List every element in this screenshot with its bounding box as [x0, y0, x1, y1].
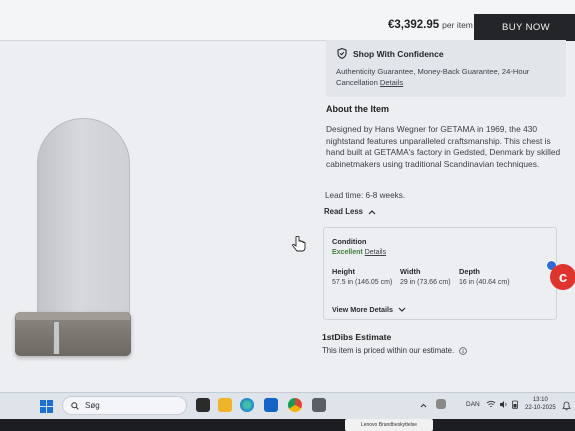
edge-browser-icon[interactable]: [240, 398, 254, 412]
height-value: 57.5 in (146.05 cm): [332, 279, 393, 286]
chat-letter: c: [558, 268, 568, 286]
lead-time: Lead time: 6-8 weeks.: [325, 191, 406, 200]
info-icon[interactable]: [459, 346, 467, 355]
depth-label: Depth: [459, 267, 480, 276]
clock-time: 13:10: [532, 397, 548, 403]
confidence-text: Authenticity Guarantee, Money-Back Guara…: [336, 67, 530, 87]
read-less-label: Read Less: [324, 207, 364, 216]
clock-date: 22-10-2025: [525, 405, 556, 411]
windows-taskbar: Søg DAN 13:10 22-10-2025: [0, 392, 575, 419]
price-value: €3,392.95: [388, 19, 440, 31]
cabinet-top-edge: [16, 312, 130, 320]
estimate-row: This item is priced within our estimate.: [322, 346, 467, 355]
condition-details-link[interactable]: Details: [365, 249, 386, 256]
search-placeholder: Søg: [85, 401, 100, 410]
taskbar-search-box[interactable]: Søg: [62, 396, 187, 415]
sticky-purchase-bar: €3,392.95 per item BUY NOW: [0, 0, 575, 41]
height-label: Height: [332, 267, 355, 276]
cabinet-handle: [53, 322, 60, 354]
width-label: Width: [400, 267, 421, 276]
depth-value: 16 in (40.64 cm): [459, 279, 510, 286]
volume-icon[interactable]: [499, 400, 508, 409]
tray-app-icon[interactable]: [436, 399, 446, 409]
language-indicator[interactable]: DAN: [466, 401, 480, 408]
chevron-down-icon: [398, 307, 406, 312]
about-item-description: Designed by Hans Wegner for GETAMA in 19…: [326, 124, 561, 169]
estimate-text: This item is priced within our estimate.: [322, 346, 455, 355]
browser-screen: €3,392.95 per item BUY NOW Shop With Conf…: [0, 0, 575, 392]
notification-bell-icon[interactable]: [562, 401, 571, 411]
price-unit: per item: [442, 20, 473, 30]
confidence-details-link[interactable]: Details: [380, 78, 403, 87]
shield-check-icon: [337, 48, 347, 59]
file-explorer-icon[interactable]: [218, 398, 232, 412]
about-item-heading: About the Item: [326, 104, 389, 114]
condition-value: Excellent: [332, 249, 363, 256]
windows-start-icon[interactable]: [40, 400, 53, 413]
chevron-up-tray-icon[interactable]: [420, 403, 427, 408]
glass-dome-shape: [37, 118, 130, 320]
chat-button[interactable]: c: [550, 264, 575, 290]
read-less-toggle[interactable]: Read Less: [324, 207, 376, 216]
confidence-body: Authenticity Guarantee, Money-Back Guara…: [336, 67, 562, 88]
chevron-up-icon: [368, 209, 376, 214]
taskbar-clock[interactable]: 13:10 22-10-2025: [525, 396, 556, 412]
battery-icon[interactable]: [511, 400, 519, 409]
view-more-details-button[interactable]: View More Details: [332, 305, 406, 314]
price-display: €3,392.95 per item: [388, 19, 473, 31]
outlook-icon[interactable]: [264, 398, 278, 412]
confidence-title-row: Shop With Confidence: [337, 48, 444, 59]
bezel-label-text: Lenovo Brandbeskyttelse: [360, 422, 418, 428]
item-details-card: Condition Excellent Details Height 57.5 …: [323, 227, 557, 320]
width-value: 29 in (73.66 cm): [400, 279, 451, 286]
view-more-label: View More Details: [332, 305, 393, 314]
search-icon: [71, 401, 79, 410]
condition-label: Condition: [332, 237, 367, 246]
shop-with-confidence-panel: Shop With Confidence Authenticity Guaran…: [326, 40, 566, 97]
condition-row: Excellent Details: [332, 249, 386, 256]
estimate-heading: 1stDibs Estimate: [322, 332, 392, 342]
buy-now-button[interactable]: BUY NOW: [474, 14, 575, 41]
confidence-title: Shop With Confidence: [353, 48, 444, 59]
monitor-bezel-label: Lenovo Brandbeskyttelse: [345, 419, 433, 431]
pinned-app-icon[interactable]: [312, 398, 326, 412]
chrome-browser-icon[interactable]: [288, 398, 302, 412]
hand-cursor-icon: [292, 236, 306, 252]
wifi-icon[interactable]: [486, 400, 496, 409]
task-view-icon[interactable]: [196, 398, 210, 412]
